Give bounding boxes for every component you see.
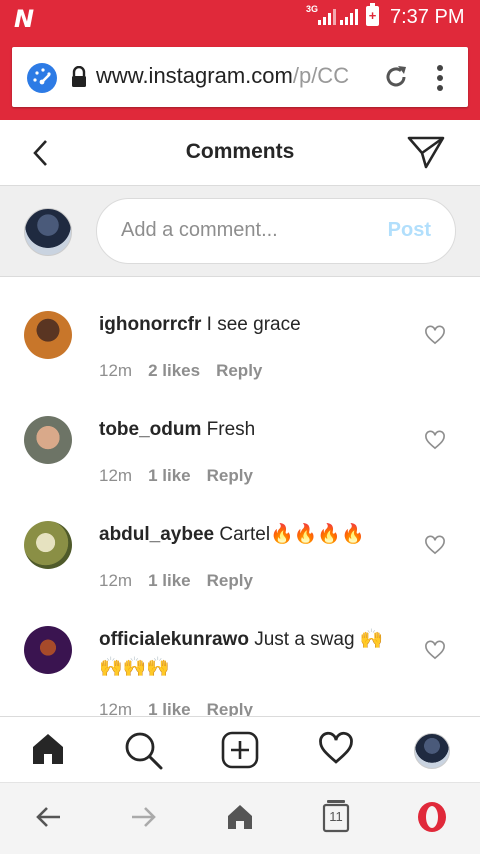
comment-body: abdul_aybee Cartel🔥🔥🔥🔥 [99, 521, 399, 549]
direct-send-icon[interactable] [406, 134, 446, 170]
reply-button[interactable]: Reply [216, 361, 262, 380]
signal-icon [318, 9, 336, 25]
clock: 7:37 PM [390, 6, 465, 28]
like-heart-icon[interactable] [424, 325, 446, 345]
comment-likes[interactable]: 1 like [148, 571, 191, 590]
comment-username[interactable]: officialekunrawo [99, 629, 249, 650]
comment-meta: 12m 1 like Reply [99, 700, 269, 716]
search-icon[interactable] [124, 731, 164, 771]
opera-menu-icon[interactable] [416, 801, 448, 833]
url-path: /p/CC [292, 63, 350, 88]
comment-body: ighonorrcfr I see grace [99, 311, 399, 339]
commenter-avatar[interactable] [24, 311, 72, 359]
comment-likes[interactable]: 1 like [148, 700, 191, 716]
comment-placeholder: Add a comment... [121, 219, 278, 241]
comment-time: 12m [99, 571, 133, 590]
signal-icon-2 [340, 9, 358, 25]
browser-toolbar: www.instagram.com/p/CC [0, 36, 480, 120]
post-button[interactable]: Post [388, 219, 431, 242]
commenter-avatar[interactable] [24, 416, 72, 464]
comment-meta: 12m 2 likes Reply [99, 361, 278, 381]
comments-header: Comments [0, 120, 480, 186]
address-bar[interactable]: www.instagram.com/p/CC [12, 47, 468, 107]
home-icon[interactable] [30, 731, 66, 767]
reply-button[interactable]: Reply [207, 571, 253, 590]
commenter-avatar[interactable] [24, 521, 72, 569]
lock-icon [72, 66, 86, 87]
app-notification-icon: N [14, 5, 35, 33]
comment-likes[interactable]: 2 likes [148, 361, 200, 380]
profile-avatar[interactable] [414, 733, 450, 769]
like-heart-icon[interactable] [424, 640, 446, 660]
comment-composer: Add a comment... Post [0, 186, 480, 277]
network-type: 3G [306, 4, 319, 14]
like-heart-icon[interactable] [424, 535, 446, 555]
url-domain: www.instagram.com [96, 63, 293, 88]
my-avatar [24, 208, 72, 256]
comment-time: 12m [99, 361, 133, 380]
comment-meta: 12m 1 like Reply [99, 571, 269, 591]
comment-username[interactable]: tobe_odum [99, 419, 201, 440]
tabs-button[interactable]: 11 [322, 799, 350, 833]
browser-menu-icon[interactable] [430, 65, 450, 91]
comment-meta: 12m 1 like Reply [99, 466, 269, 486]
status-bar: N 3G + 7:37 PM [0, 0, 480, 36]
back-arrow-icon[interactable] [34, 803, 62, 831]
url-text[interactable]: www.instagram.com/p/CC [96, 63, 374, 89]
comment-username[interactable]: ighonorrcfr [99, 314, 201, 335]
comment-time: 12m [99, 700, 133, 716]
comment-username[interactable]: abdul_aybee [99, 524, 214, 545]
reply-button[interactable]: Reply [207, 466, 253, 485]
browser-home-icon[interactable] [226, 803, 254, 831]
reload-icon[interactable] [382, 63, 410, 91]
comment-likes[interactable]: 1 like [148, 466, 191, 485]
battery-icon: + [366, 3, 379, 26]
comment-item: abdul_aybee Cartel🔥🔥🔥🔥 12m 1 like Reply [0, 511, 480, 616]
new-post-icon[interactable] [221, 731, 259, 769]
reply-button[interactable]: Reply [207, 700, 253, 716]
browser-nav-bar: 11 [0, 782, 480, 854]
comment-body: tobe_odum Fresh [99, 416, 399, 444]
comments-list: ighonorrcfr I see grace 12m 2 likes Reply … [0, 277, 480, 716]
speed-dial-icon[interactable] [26, 62, 58, 94]
comment-text: Cartel🔥🔥🔥🔥 [219, 524, 365, 545]
comment-item: tobe_odum Fresh 12m 1 like Reply [0, 406, 480, 511]
like-heart-icon[interactable] [424, 430, 446, 450]
tab-count: 11 [329, 809, 343, 824]
bottom-tab-bar [0, 716, 480, 782]
comment-body: officialekunrawo Just a swag 🙌🙌🙌🙌 [99, 626, 399, 682]
comment-item: officialekunrawo Just a swag 🙌🙌🙌🙌 12m 1 l… [0, 616, 480, 716]
commenter-avatar[interactable] [24, 626, 72, 674]
comment-time: 12m [99, 466, 133, 485]
comment-item: ighonorrcfr I see grace 12m 2 likes Reply [0, 301, 480, 406]
comment-text: Fresh [206, 419, 256, 440]
comment-input[interactable]: Add a comment... Post [96, 198, 456, 264]
activity-heart-icon[interactable] [317, 731, 355, 765]
comment-text: I see grace [206, 314, 301, 335]
forward-arrow-icon[interactable] [130, 803, 158, 831]
